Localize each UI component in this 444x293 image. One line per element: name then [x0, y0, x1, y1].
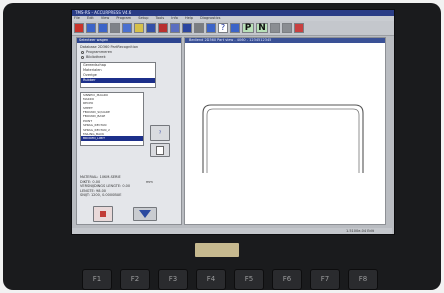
menu-help[interactable]: Help	[185, 16, 193, 20]
selector-panel: Selecteer wagen Database 2D360 PartRecog…	[76, 37, 182, 225]
unit-label: mm	[146, 180, 153, 184]
help-icon[interactable]: ?	[218, 23, 228, 33]
list-item-selected[interactable]: BROKEN_LIMIT	[81, 136, 143, 141]
f4-key[interactable]: F4	[196, 269, 226, 290]
selector-title: Selecteer wagen	[77, 38, 181, 43]
line-icon[interactable]	[270, 23, 280, 33]
exit-icon[interactable]	[294, 23, 304, 33]
menu-view[interactable]: View	[101, 16, 109, 20]
arrow-down-icon	[139, 210, 151, 218]
category-list[interactable]: Gereedschap Materialen Overige Rubber	[80, 61, 156, 88]
stop-icon[interactable]	[74, 23, 84, 33]
toolbar: ? P N	[72, 21, 394, 36]
part-drawing	[202, 104, 364, 173]
menu-file[interactable]: File	[74, 16, 80, 20]
status-text: 1.5100e-04 Edit	[345, 229, 374, 233]
f1-key[interactable]: F1	[82, 269, 112, 290]
f8-key[interactable]: F8	[348, 269, 378, 290]
zoom-icon[interactable]	[194, 23, 204, 33]
delete-icon	[100, 211, 106, 217]
menu-edit[interactable]: Edit	[87, 16, 94, 20]
status-bar: 1.5100e-04 Edit	[72, 228, 392, 234]
menu-program[interactable]: Program	[116, 16, 131, 20]
menu-setup[interactable]: Setup	[138, 16, 148, 20]
help-button[interactable]: ?	[150, 125, 170, 141]
f6-key[interactable]: F6	[272, 269, 302, 290]
part-view: Bediend 2D360 Part view - 4060 - 1234512…	[184, 37, 386, 225]
menu-tools[interactable]: Tools	[156, 16, 165, 20]
f3-key[interactable]: F3	[158, 269, 188, 290]
function-keys: F1 F2 F3 F4 F5 F6 F7 F8	[82, 269, 382, 290]
settings-icon[interactable]	[206, 23, 216, 33]
radio-bibliotheek[interactable]: Bibliotheek	[77, 55, 181, 60]
edit-icon[interactable]	[134, 23, 144, 33]
page-button[interactable]	[150, 143, 170, 157]
indicator-strip	[195, 243, 239, 257]
info-block: MATERIAL: 10KM-SERIE DIKTE: 0.00 VERSNIJ…	[80, 175, 130, 198]
tool-icon[interactable]	[122, 23, 132, 33]
f2-key[interactable]: F2	[120, 269, 150, 290]
n-button[interactable]: N	[256, 23, 268, 33]
info-cut-length: VERSNIJDINGS LENGTE: 0.00	[80, 184, 131, 188]
grid-icon[interactable]	[146, 23, 156, 33]
part-list[interactable]: SINNECI_MAGRO MAKRO RECPO SHEET FBOUND_S…	[80, 91, 144, 146]
p-button[interactable]: P	[242, 23, 254, 33]
machine-bezel: TMS-RS - ACCURPRESS V4.6 File Edit View …	[3, 3, 441, 290]
folder-icon[interactable]	[86, 23, 96, 33]
menu-diagnostics[interactable]: Diagnostics	[200, 16, 220, 20]
disk-icon[interactable]	[98, 23, 108, 33]
f5-key[interactable]: F5	[234, 269, 264, 290]
print-icon[interactable]	[110, 23, 120, 33]
list-item-selected[interactable]: Rubber	[81, 77, 155, 83]
bend-icon[interactable]	[158, 23, 168, 33]
next-button[interactable]	[133, 207, 157, 221]
menu-info[interactable]: Info	[171, 16, 178, 20]
delete-button[interactable]	[93, 206, 113, 222]
page-icon	[156, 146, 164, 155]
f7-key[interactable]: F7	[310, 269, 340, 290]
info-cut: SNIJT: 1200, 0.0000BUE	[80, 193, 122, 197]
info-icon[interactable]	[230, 23, 240, 33]
measure-icon[interactable]	[282, 23, 292, 33]
view-icon[interactable]	[182, 23, 192, 33]
hmi-screen: TMS-RS - ACCURPRESS V4.6 File Edit View …	[71, 9, 395, 235]
part-icon[interactable]	[170, 23, 180, 33]
